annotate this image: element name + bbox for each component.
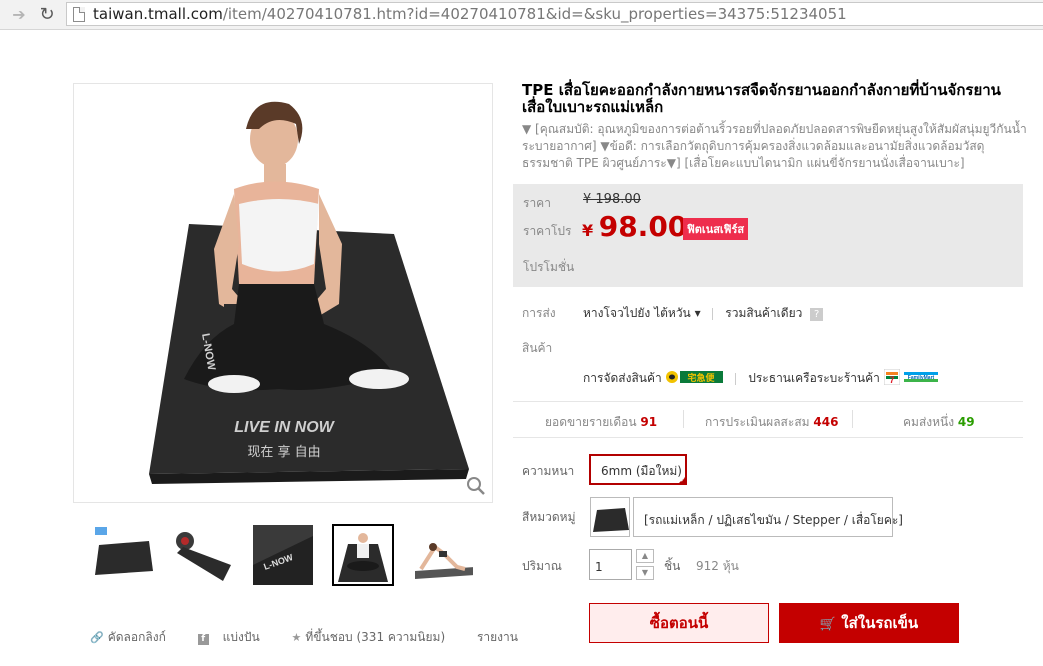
stock-count: 912 หุ้น bbox=[696, 559, 739, 573]
browser-toolbar: ➔ ↻ taiwan.tmall.com/item/40270410781.ht… bbox=[0, 0, 1043, 30]
promo-price-label: ราคาโปร bbox=[523, 224, 572, 238]
yoga-mat-photo: LIVE IN NOW 现在 享 自由 L-NOW bbox=[149, 101, 469, 484]
thumbnail-2[interactable] bbox=[172, 524, 234, 586]
thumbnail-5[interactable] bbox=[412, 524, 474, 586]
original-price: ¥ 198.00 bbox=[583, 192, 641, 207]
main-product-image[interactable]: LIVE IN NOW 现在 享 自由 L-NOW bbox=[73, 83, 493, 503]
divider bbox=[513, 437, 1023, 438]
points: คมส่งหนึ่ง 49 bbox=[903, 415, 975, 429]
price-label: ราคา bbox=[523, 196, 551, 210]
thickness-label: ความหนา bbox=[522, 464, 575, 478]
thumbnail-3[interactable]: L-NOW bbox=[252, 524, 314, 586]
delivery-info: การจัดส่งสินค้า 宅急便 ประธานเครือระบะร้านค… bbox=[583, 368, 938, 388]
star-icon: ★ bbox=[291, 631, 302, 644]
store-pickup-label: ประธานเครือระบะร้านค้า bbox=[748, 371, 880, 385]
svg-text:LIVE IN NOW: LIVE IN NOW bbox=[234, 419, 335, 436]
seven-eleven-logo-icon: 7 bbox=[883, 368, 901, 388]
shipping-label: การส่ง bbox=[522, 306, 556, 320]
add-to-cart-button[interactable]: 🛒 ใส่ในรถเข็น bbox=[779, 603, 959, 643]
color-option-selected[interactable]: [รถแม่เหล็ก / ปฏิเสธไขมัน / Stepper / เส… bbox=[633, 497, 903, 537]
thickness-option-selected[interactable]: 6mm (มือใหม่) bbox=[589, 454, 687, 485]
divider bbox=[513, 401, 1023, 402]
checkmark-icon bbox=[677, 475, 687, 485]
help-icon[interactable]: ? bbox=[810, 308, 824, 321]
divider bbox=[712, 307, 714, 320]
goods-label: สินค้า bbox=[522, 341, 553, 355]
reload-icon[interactable]: ↻ bbox=[36, 4, 58, 26]
quantity-decrease-icon[interactable]: ▼ bbox=[636, 566, 654, 580]
quantity-input[interactable]: 1 bbox=[589, 549, 632, 580]
color-swatch[interactable] bbox=[590, 497, 630, 537]
svg-text:7: 7 bbox=[889, 375, 894, 385]
thumbnail-1[interactable] bbox=[92, 524, 154, 586]
favorite-button[interactable]: ★ ที่ขึ้นชอบ (331 ความนิยม) bbox=[292, 630, 460, 644]
courier-logo-icon: 宅急便 bbox=[665, 370, 724, 387]
monthly-sales: ยอดขายรายเดือน 91 bbox=[545, 415, 658, 429]
svg-text:宅急便: 宅急便 bbox=[687, 372, 715, 384]
familymart-logo-icon: FamilyMart bbox=[903, 370, 938, 387]
back-arrow-icon[interactable]: ➔ bbox=[8, 4, 30, 26]
url-text[interactable]: taiwan.tmall.com/item/40270410781.htm?id… bbox=[93, 5, 847, 23]
share-row: 🔗 คัดลอกลิงก์ f แบ่งปัน ★ ที่ขึ้นชอบ (331 ค… bbox=[90, 628, 532, 647]
quantity-label: ปริมาณ bbox=[522, 559, 562, 573]
delivery-label: การจัดส่งสินค้า bbox=[583, 371, 662, 385]
zoom-icon[interactable] bbox=[466, 476, 486, 496]
svg-text:现在 享 自由: 现在 享 自由 bbox=[247, 444, 320, 460]
promo-price: ¥ 98.00 bbox=[582, 210, 688, 243]
cumulative-reviews[interactable]: การประเมินผลสะสม 446 bbox=[705, 413, 838, 432]
page-icon bbox=[73, 7, 85, 22]
link-icon: 🔗 bbox=[90, 631, 104, 644]
combine-shipping: รวมสินค้าเดียว bbox=[725, 306, 803, 320]
cart-icon: 🛒 bbox=[819, 617, 837, 632]
chevron-down-icon: ▾ bbox=[694, 306, 701, 320]
share-button[interactable]: f แบ่งปัน bbox=[197, 630, 274, 645]
new-badge-icon bbox=[95, 527, 107, 535]
report-link[interactable]: รายงาน bbox=[477, 630, 518, 644]
promo-badge[interactable]: ฟิตเนสเฟิร์ส bbox=[683, 218, 749, 240]
shipping-destination-dropdown[interactable]: หางโจวไปยัง ไต้หวัน ▾ bbox=[583, 306, 701, 320]
promotion-label: โปรโมชั่น bbox=[523, 260, 575, 274]
svg-text:FamilyMart: FamilyMart bbox=[907, 375, 934, 381]
facebook-icon: f bbox=[197, 634, 209, 645]
address-bar[interactable]: taiwan.tmall.com/item/40270410781.htm?id… bbox=[66, 2, 1043, 26]
color-category-label: สีหมวดหมู่ bbox=[522, 510, 576, 524]
copy-link-button[interactable]: 🔗 คัดลอกลิงก์ bbox=[90, 630, 180, 644]
buy-now-button[interactable]: ซื้อตอนนี้ bbox=[589, 603, 769, 643]
product-subtitle: ▼ [คุณสมบัติ: อุณหภูมิของการต่อต้านริ้วร… bbox=[522, 122, 1027, 170]
quantity-increase-icon[interactable]: ▲ bbox=[636, 549, 654, 563]
quantity-unit: ชิ้น bbox=[664, 559, 681, 573]
product-title: TPE เสื่อโยคะออกกำลังกายหนารสจืดจักรยานอ… bbox=[522, 81, 1001, 116]
shipping-info: หางโจวไปยัง ไต้หวัน ▾ รวมสินค้าเดียว ? bbox=[583, 304, 824, 323]
thumbnail-4-selected[interactable] bbox=[332, 524, 394, 586]
price-panel: ราคา ¥ 198.00 ราคาโปร ¥ 98.00 ฟิตเนสเฟิร… bbox=[513, 184, 1023, 287]
